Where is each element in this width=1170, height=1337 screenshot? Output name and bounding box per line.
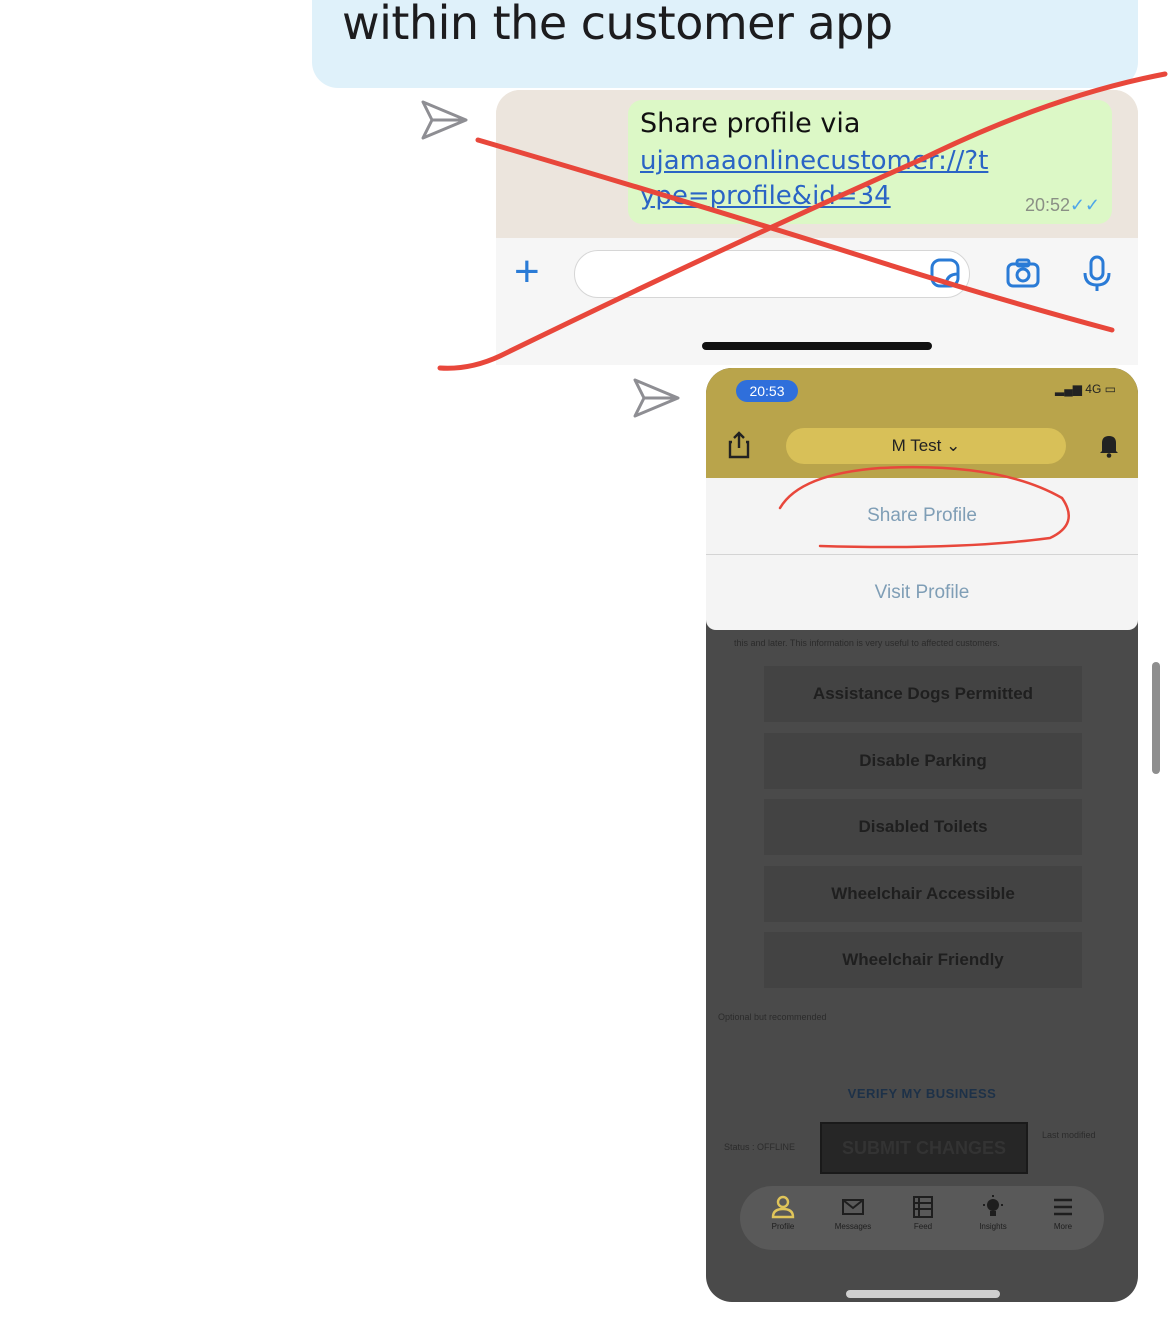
tab-insights[interactable]: Insights	[968, 1194, 1018, 1244]
profile-icon	[771, 1195, 795, 1219]
chat-message-bubble: Share profile via ujamaaonlinecustomer:/…	[628, 100, 1112, 224]
message-text: within the customer app	[342, 0, 893, 50]
tab-more[interactable]: More	[1038, 1194, 1088, 1244]
battery-icon: ▭	[1104, 382, 1116, 396]
scrollbar[interactable]	[1152, 662, 1160, 774]
home-indicator	[846, 1290, 1000, 1298]
profile-menu: Share Profile Visit Profile	[706, 478, 1138, 630]
menu-icon	[1054, 1198, 1072, 1216]
network-label: 4G	[1085, 382, 1102, 396]
accessibility-caption: this and later. This information is very…	[734, 638, 1000, 648]
option-wheelchair-friendly[interactable]: Wheelchair Friendly	[764, 932, 1082, 988]
forward-icon[interactable]	[632, 376, 682, 420]
bottom-tab-bar: Profile Messages Feed Insights More	[740, 1186, 1104, 1250]
message-time: 20:52	[1024, 195, 1070, 215]
share-icon[interactable]	[726, 430, 752, 460]
chat-message-text: Share profile via	[640, 108, 861, 139]
chat-background: Share profile via ujamaaonlinecustomer:/…	[496, 90, 1138, 238]
home-indicator	[702, 342, 932, 350]
lightbulb-icon	[983, 1195, 1003, 1216]
bell-icon[interactable]	[1098, 432, 1120, 458]
profile-selector[interactable]: M Test ⌄	[786, 428, 1066, 464]
profile-deeplink[interactable]: ujamaaonlinecustomer://?type=profile&id=…	[640, 144, 1000, 214]
tab-label: Feed	[913, 1222, 933, 1231]
app-screenshot[interactable]: 20:53 ▂▄▆ 4G ▭ M Test ⌄ Share Profile Vi…	[706, 368, 1138, 1302]
option-disabled-toilets[interactable]: Disabled Toilets	[764, 799, 1082, 855]
feed-icon	[913, 1196, 933, 1218]
tab-profile[interactable]: Profile	[758, 1194, 808, 1244]
status-network: ▂▄▆ 4G ▭	[1055, 382, 1116, 396]
status-time: 20:53	[736, 380, 798, 402]
whatsapp-screenshot[interactable]: Share profile via ujamaaonlinecustomer:/…	[496, 90, 1138, 365]
read-ticks-icon: ✓✓	[1069, 195, 1100, 215]
signal-icon: ▂▄▆	[1054, 382, 1082, 396]
envelope-icon	[842, 1199, 864, 1215]
chat-input-bar: +	[496, 238, 1138, 365]
plus-icon[interactable]: +	[514, 250, 540, 294]
share-profile-menu-item[interactable]: Share Profile	[706, 478, 1138, 554]
option-wheelchair-accessible[interactable]: Wheelchair Accessible	[764, 866, 1082, 922]
visit-profile-menu-item[interactable]: Visit Profile	[706, 555, 1138, 631]
sticker-icon[interactable]	[926, 254, 964, 292]
microphone-icon[interactable]	[1078, 254, 1116, 292]
submit-changes-button[interactable]: SUBMIT CHANGES	[820, 1122, 1028, 1174]
tab-label: Insights	[979, 1222, 1007, 1231]
chat-input-field[interactable]	[574, 250, 970, 298]
app-header: 20:53 ▂▄▆ 4G ▭ M Test ⌄	[706, 368, 1138, 478]
verify-business-button[interactable]: VERIFY MY BUSINESS	[842, 1086, 1002, 1101]
tab-label: Profile	[771, 1222, 795, 1231]
tab-messages[interactable]: Messages	[828, 1194, 878, 1244]
last-modified-label: Last modified	[1042, 1130, 1096, 1140]
camera-icon[interactable]	[1004, 254, 1042, 292]
optional-note: Optional but recommended	[718, 1012, 827, 1022]
tab-label: More	[1053, 1222, 1073, 1231]
message-bubble: within the customer app	[312, 0, 1138, 88]
tab-feed[interactable]: Feed	[898, 1194, 948, 1244]
option-disable-parking[interactable]: Disable Parking	[764, 733, 1082, 789]
option-assistance-dogs[interactable]: Assistance Dogs Permitted	[764, 666, 1082, 722]
status-label: Status : OFFLINE	[724, 1142, 796, 1152]
tab-label: Messages	[834, 1222, 872, 1231]
forward-icon[interactable]	[420, 98, 470, 142]
